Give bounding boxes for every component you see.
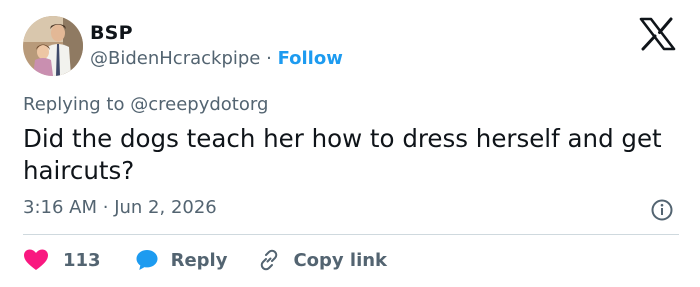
follow-button[interactable]: Follow (278, 48, 343, 69)
reply-label: Reply (170, 249, 228, 271)
reply-context: Replying to @creepydotorg (23, 94, 268, 115)
heart-icon (24, 249, 48, 270)
avatar[interactable] (23, 16, 83, 76)
reply-context-prefix: Replying to (23, 94, 125, 115)
separator-dot: · (266, 48, 272, 69)
tweet-card: BSP @BidenHcrackpipe · Follow Replying t… (0, 0, 700, 287)
reply-context-target[interactable]: @creepydotorg (130, 94, 268, 115)
link-icon (261, 249, 278, 271)
tweet-date: Jun 2, 2026 (114, 197, 217, 218)
divider (23, 234, 679, 235)
avatar-image (23, 16, 83, 76)
author-handle[interactable]: @BidenHcrackpipe (90, 48, 260, 69)
action-bar: 113 Reply Copy link (23, 245, 387, 275)
info-icon[interactable] (650, 198, 674, 222)
author-handle-row: @BidenHcrackpipe · Follow (90, 48, 343, 69)
x-logo-icon[interactable] (638, 17, 676, 51)
copy-link-button[interactable]: Copy link (257, 248, 387, 272)
timestamp-separator: · (102, 197, 109, 218)
reply-button[interactable]: Reply (135, 248, 228, 272)
tweet-time: 3:16 AM (23, 197, 97, 218)
copy-link-label: Copy link (293, 249, 388, 271)
like-button[interactable]: 113 (23, 248, 101, 272)
tweet-text: Did the dogs teach her how to dress hers… (23, 124, 662, 185)
author-name[interactable]: BSP (90, 22, 133, 44)
like-count: 113 (63, 249, 101, 271)
tweet-timestamp[interactable]: 3:16 AM · Jun 2, 2026 (23, 197, 217, 218)
speech-bubble-icon (136, 250, 158, 270)
